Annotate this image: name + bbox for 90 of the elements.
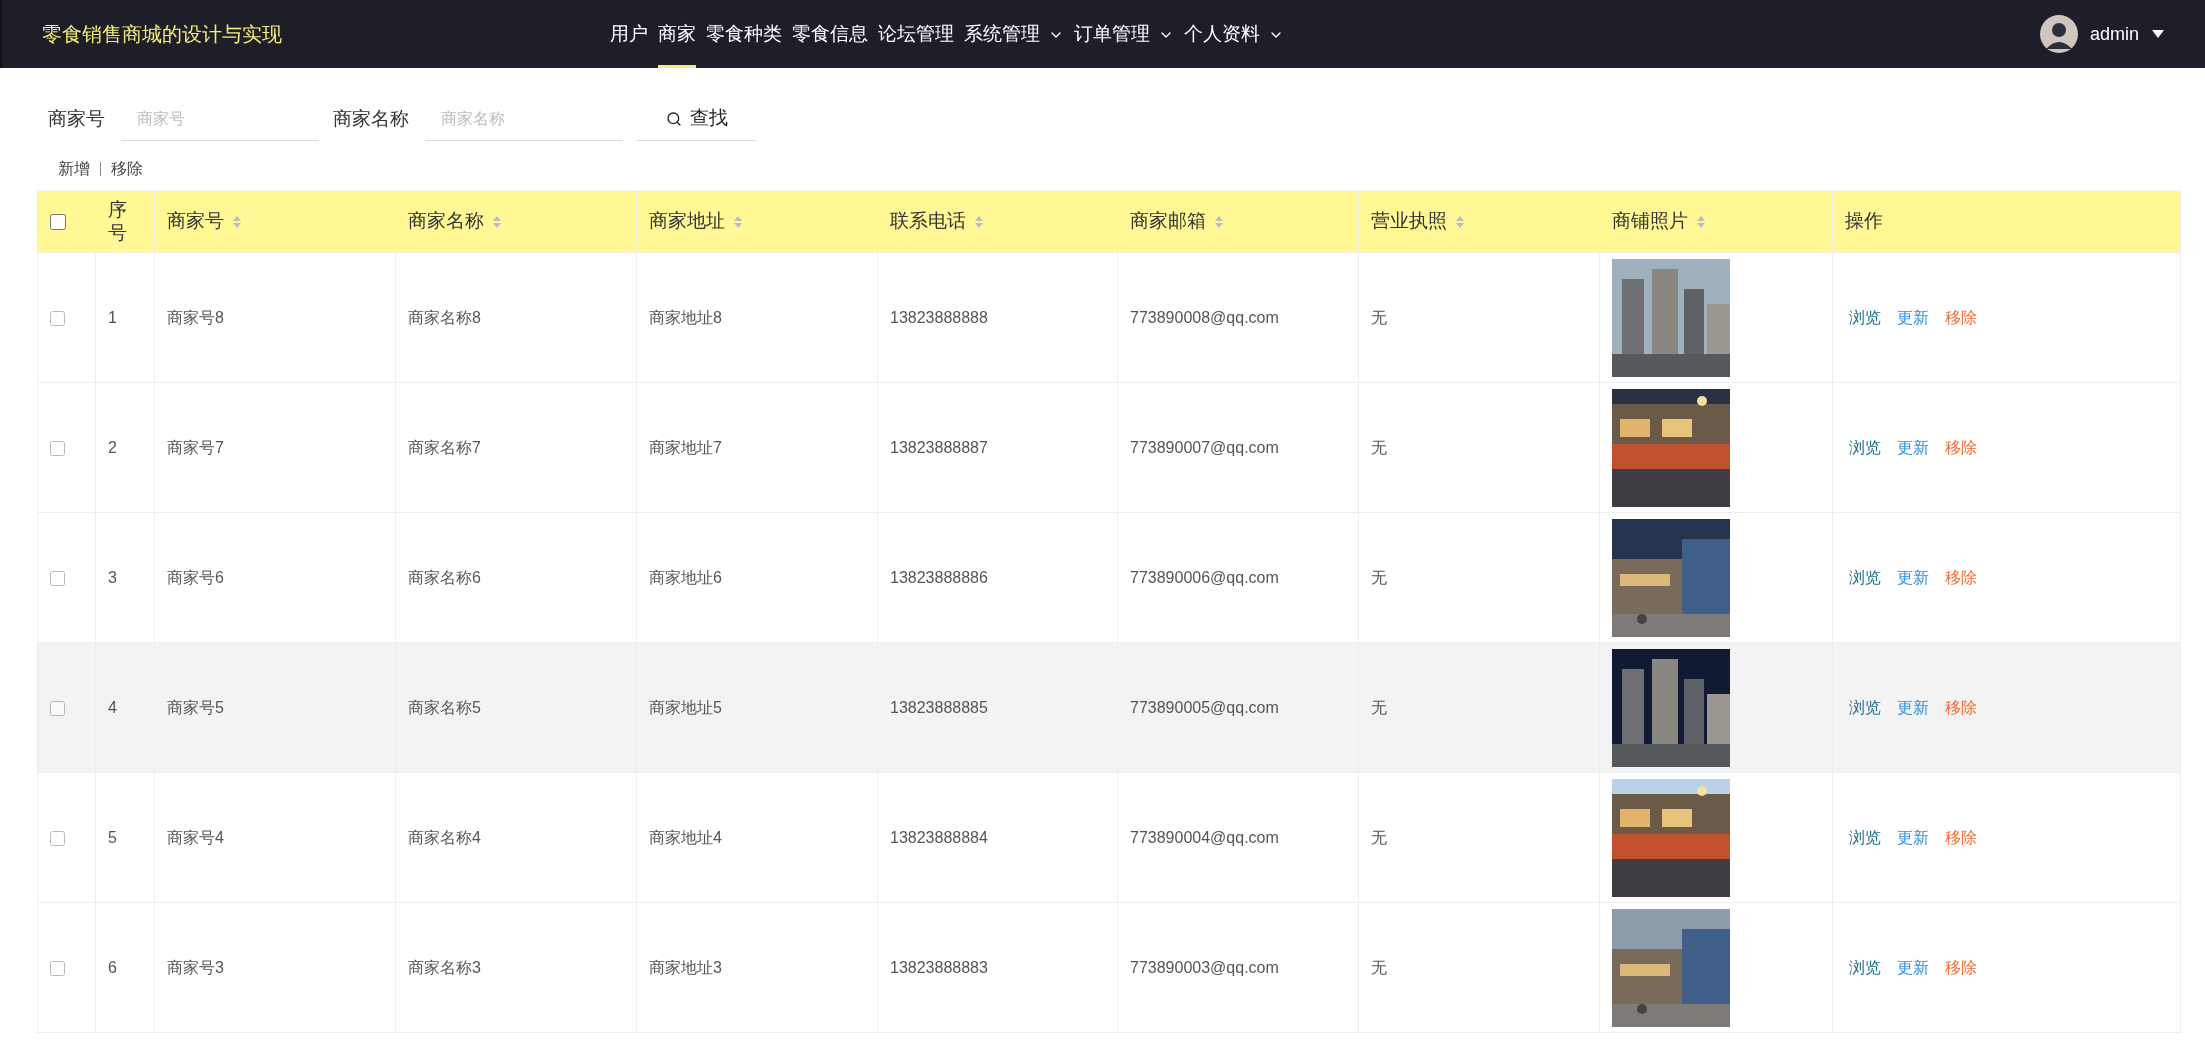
column-header[interactable]: 商家邮箱: [1117, 190, 1359, 253]
table-cell: 3: [108, 568, 117, 586]
select-all-checkbox[interactable]: [50, 214, 66, 231]
table-cell: 无: [1371, 828, 1387, 846]
sort-icon[interactable]: [492, 214, 502, 229]
row-action-link[interactable]: 浏览: [1849, 435, 1881, 460]
table-cell: 商家号6: [167, 568, 224, 586]
table-cell: 商家名称6: [408, 568, 481, 586]
table-cell: 13823888888: [890, 308, 988, 326]
row-action-link[interactable]: 更新: [1897, 825, 1929, 850]
nav-item[interactable]: 零食种类: [706, 0, 782, 68]
row-action-link[interactable]: 更新: [1897, 955, 1929, 980]
sort-icon[interactable]: [1214, 214, 1224, 229]
table-cell: 6: [108, 958, 117, 976]
table-cell: 商家名称5: [408, 698, 481, 716]
table-cell: 无: [1371, 568, 1387, 586]
row-action-link[interactable]: 更新: [1897, 565, 1929, 590]
search-field[interactable]: 商家号: [121, 97, 319, 141]
table-cell: 13823888886: [890, 568, 988, 586]
table-cell: 773890007@qq.com: [1130, 438, 1279, 456]
table-cell: 4: [108, 698, 117, 716]
table-cell: 商家号8: [167, 308, 224, 326]
table-cell: 商家地址4: [649, 828, 722, 846]
column-header: 操作: [1832, 190, 2181, 253]
column-header[interactable]: 商铺照片: [1599, 190, 1833, 253]
table-cell: 773890004@qq.com: [1130, 828, 1279, 846]
table-cell: 773890006@qq.com: [1130, 568, 1279, 586]
table-cell: 1: [108, 308, 117, 326]
avatar: [2039, 15, 2078, 53]
table-cell: 无: [1371, 958, 1387, 976]
table-cell: 无: [1371, 438, 1387, 456]
sort-icon[interactable]: [1455, 214, 1465, 229]
nav-item[interactable]: 用户: [610, 0, 648, 68]
table-cell: 商家号5: [167, 698, 224, 716]
column-header[interactable]: 商家名称: [395, 190, 637, 253]
table-cell: 13823888885: [890, 698, 988, 716]
search-button[interactable]: 查找: [637, 97, 757, 141]
user-name[interactable]: admin: [2089, 20, 2139, 48]
table-cell: 商家地址8: [649, 308, 722, 326]
row-action-link[interactable]: 更新: [1897, 435, 1929, 460]
nav-item[interactable]: 论坛管理: [878, 0, 954, 68]
column-header: 序号: [95, 190, 155, 253]
row-action-link[interactable]: 浏览: [1849, 565, 1881, 590]
caret-down-icon[interactable]: [2151, 29, 2165, 39]
nav-item[interactable]: 系统管理: [964, 0, 1064, 68]
sort-icon[interactable]: [1696, 214, 1706, 229]
toolbar-link[interactable]: 新增: [58, 157, 90, 181]
table-cell: 商家名称3: [408, 958, 481, 976]
column-header[interactable]: 商家号: [154, 190, 396, 253]
table-cell: 商家地址3: [649, 958, 722, 976]
column-header[interactable]: 联系电话: [877, 190, 1118, 253]
table-cell: 无: [1371, 698, 1387, 716]
table-cell: 商家地址5: [649, 698, 722, 716]
field-label: 商家号: [48, 106, 105, 131]
column-header[interactable]: 营业执照: [1358, 190, 1600, 253]
table-cell: 13823888883: [890, 958, 988, 976]
table-cell: 2: [108, 438, 117, 456]
table-cell: 13823888887: [890, 438, 988, 456]
field-label: 商家名称: [333, 106, 409, 131]
row-action-link[interactable]: 浏览: [1849, 695, 1881, 720]
table-cell: 商家名称4: [408, 828, 481, 846]
search-field[interactable]: 商家名称: [425, 97, 623, 141]
table-cell: 13823888884: [890, 828, 988, 846]
nav-item[interactable]: 商家: [658, 0, 696, 68]
table-cell: 商家地址7: [649, 438, 722, 456]
table-cell: 商家地址6: [649, 568, 722, 586]
table-cell: 5: [108, 828, 117, 846]
row-action-link[interactable]: 浏览: [1849, 305, 1881, 330]
nav-item[interactable]: 订单管理: [1074, 0, 1174, 68]
row-action-link[interactable]: 浏览: [1849, 825, 1881, 850]
table-cell: 商家号3: [167, 958, 224, 976]
app-title: 零食销售商城的设计与实现: [42, 22, 283, 47]
sort-icon[interactable]: [733, 214, 743, 229]
toolbar-link[interactable]: 移除: [111, 157, 143, 181]
table-cell: 773890008@qq.com: [1130, 308, 1279, 326]
column-header[interactable]: 商家地址: [636, 190, 878, 253]
row-action-link[interactable]: 更新: [1897, 305, 1929, 330]
sort-icon[interactable]: [232, 214, 242, 229]
table-cell: 773890003@qq.com: [1130, 958, 1279, 976]
table-cell: 773890005@qq.com: [1130, 698, 1279, 716]
nav-item[interactable]: 零食信息: [792, 0, 868, 68]
search-icon: [666, 110, 682, 127]
table-cell: 商家名称8: [408, 308, 481, 326]
nav-item[interactable]: 个人资料: [1184, 0, 1284, 68]
table-cell: 商家号4: [167, 828, 224, 846]
table-cell: 商家号7: [167, 438, 224, 456]
table-cell: 无: [1371, 308, 1387, 326]
sort-icon[interactable]: [974, 214, 984, 229]
table-cell: 商家名称7: [408, 438, 481, 456]
row-action-link[interactable]: 浏览: [1849, 955, 1881, 980]
